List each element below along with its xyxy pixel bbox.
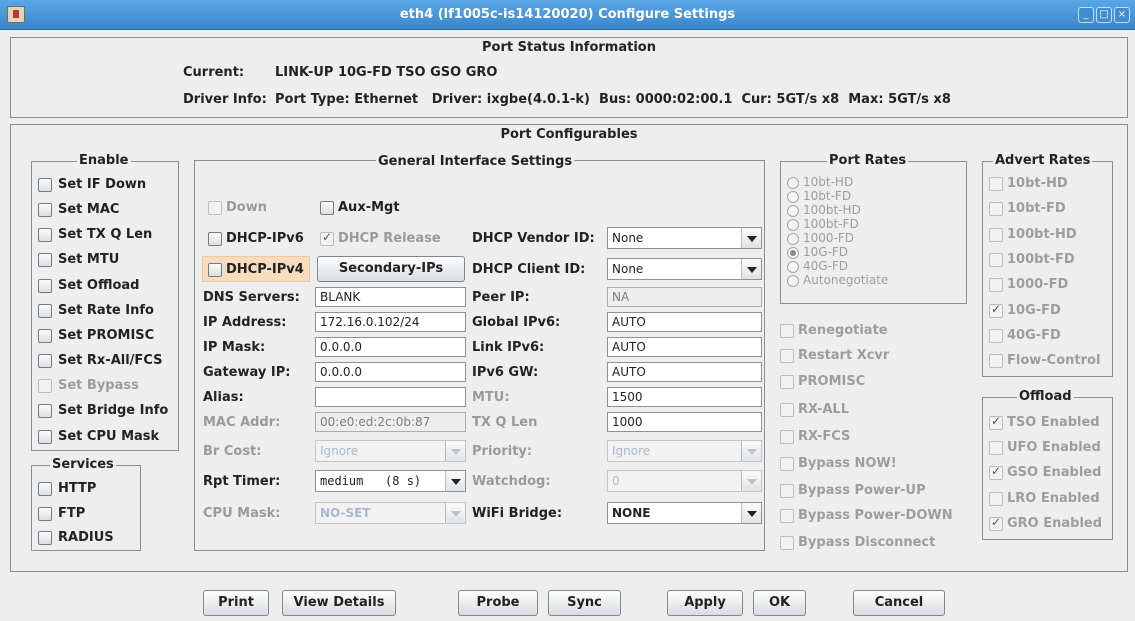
- mtu-field[interactable]: 1500: [607, 387, 762, 407]
- configure-settings-window: eth4 (lf1005c-is14120020) Configure Sett…: [0, 0, 1135, 621]
- dhcp-client-id-label: DHCP Client ID:: [472, 262, 586, 277]
- minimize-icon[interactable]: _: [1078, 7, 1094, 23]
- current-value: LINK-UP 10G-FD TSO GSO GRO: [275, 65, 498, 80]
- probe-button[interactable]: Probe: [458, 590, 538, 616]
- chevron-down-icon: [445, 441, 465, 461]
- ip-mask-label: IP Mask:: [203, 340, 266, 355]
- chevron-down-icon: [741, 441, 761, 461]
- mac-addr-field: 00:e0:ed:2c:0b:87: [315, 412, 466, 432]
- wifi-bridge-select[interactable]: NONE: [607, 502, 762, 524]
- offload-title: Offload: [1017, 389, 1074, 404]
- close-icon[interactable]: ×: [1114, 7, 1130, 23]
- mac-addr-label: MAC Addr:: [203, 415, 281, 430]
- gateway-ip-label: Gateway IP:: [203, 365, 291, 380]
- dhcp-release-label: DHCP Release: [338, 231, 441, 246]
- priority-label: Priority:: [472, 444, 533, 459]
- driver-label: Driver Info:: [183, 92, 267, 107]
- maximize-icon[interactable]: □: [1096, 7, 1112, 23]
- advert-rates-title: Advert Rates: [993, 153, 1093, 168]
- dhcp-release-checkbox: [320, 230, 334, 246]
- link-ipv6-label: Link IPv6:: [472, 340, 545, 355]
- mtu-label: MTU:: [472, 390, 510, 405]
- aux-mgt-label: Aux-Mgt: [338, 200, 400, 215]
- dhcp-client-id-select[interactable]: None: [607, 258, 762, 280]
- gateway-ip-field[interactable]: 0.0.0.0: [315, 362, 466, 382]
- chevron-down-icon: [445, 503, 465, 523]
- dns-servers-label: DNS Servers:: [203, 290, 300, 305]
- enable-group: Enable Set IF Down Set MAC Set TX Q Len …: [31, 153, 179, 451]
- driver-value: Port Type: Ethernet Driver: ixgbe(4.0.1-…: [275, 92, 951, 107]
- alias-label: Alias:: [203, 390, 244, 405]
- port-status-panel: Port Status Information Current: LINK-UP…: [10, 37, 1128, 118]
- port-rates-group: Port Rates 10bt-HD 10bt-FD 100bt-HD 100b…: [780, 153, 967, 304]
- rpt-timer-label: Rpt Timer:: [203, 474, 281, 489]
- ipv6-gw-field[interactable]: AUTO: [607, 362, 762, 382]
- window-title: eth4 (lf1005c-is14120020) Configure Sett…: [399, 7, 736, 22]
- secondary-ips-button[interactable]: Secondary-IPs: [317, 256, 465, 282]
- dhcp-ipv6-label: DHCP-IPv6: [226, 231, 304, 246]
- down-label: Down: [226, 200, 267, 215]
- sync-button[interactable]: Sync: [548, 590, 621, 616]
- tx-q-len-label: TX Q Len: [472, 415, 538, 430]
- dhcp-vendor-id-label: DHCP Vendor ID:: [472, 231, 595, 246]
- cpu-mask-label: CPU Mask:: [203, 506, 281, 521]
- priority-select: Ignore: [607, 440, 762, 462]
- aux-mgt-checkbox[interactable]: [320, 201, 334, 215]
- apply-button[interactable]: Apply: [667, 590, 743, 616]
- offload-group: Offload TSO Enabled UFO Enabled GSO Enab…: [982, 389, 1113, 540]
- services-group: Services HTTP FTP RADIUS: [31, 457, 141, 551]
- rpt-timer-select[interactable]: medium (8 s): [315, 470, 466, 492]
- dhcp-ipv6-checkbox[interactable]: [208, 232, 222, 246]
- services-title: Services: [50, 457, 116, 472]
- tx-q-len-field[interactable]: 1000: [607, 412, 762, 432]
- br-cost-label: Br Cost:: [203, 444, 262, 459]
- down-checkbox: [208, 201, 222, 215]
- ok-button[interactable]: OK: [753, 590, 806, 616]
- watchdog-label: Watchdog:: [472, 474, 551, 489]
- enable-title: Enable: [77, 153, 131, 168]
- cpu-mask-select: NO-SET: [315, 502, 466, 524]
- view-details-button[interactable]: View Details: [282, 590, 396, 616]
- general-settings-title: General Interface Settings: [376, 154, 575, 169]
- ipv6-gw-label: IPv6 GW:: [472, 365, 539, 380]
- ip-mask-field[interactable]: 0.0.0.0: [315, 337, 466, 357]
- link-ipv6-field[interactable]: AUTO: [607, 337, 762, 357]
- peer-ip-field: NA: [607, 287, 762, 307]
- ip-address-field[interactable]: 172.16.0.102/24: [315, 312, 466, 332]
- chevron-down-icon: [741, 228, 761, 248]
- global-ipv6-field[interactable]: AUTO: [607, 312, 762, 332]
- chevron-down-icon: [741, 471, 761, 491]
- wifi-bridge-label: WiFi Bridge:: [472, 506, 563, 521]
- peer-ip-label: Peer IP:: [472, 290, 530, 305]
- chevron-down-icon: [445, 471, 465, 491]
- port-status-title: Port Status Information: [482, 40, 656, 55]
- current-label: Current:: [183, 65, 245, 80]
- port-rates-title: Port Rates: [827, 153, 909, 168]
- port-configurables-title: Port Configurables: [500, 127, 638, 142]
- dhcp-vendor-id-select[interactable]: None: [607, 227, 762, 249]
- print-button[interactable]: Print: [203, 590, 269, 616]
- watchdog-select: 0: [607, 470, 762, 492]
- chevron-down-icon: [741, 503, 761, 523]
- advert-rates-group: Advert Rates 10bt-HD 10bt-FD 100bt-HD 10…: [982, 153, 1113, 377]
- global-ipv6-label: Global IPv6:: [472, 315, 561, 330]
- dhcp-ipv4-label: DHCP-IPv4: [226, 262, 304, 277]
- br-cost-select: Ignore: [315, 440, 466, 462]
- chevron-down-icon: [741, 259, 761, 279]
- dns-servers-field[interactable]: BLANK: [315, 287, 466, 307]
- title-bar: eth4 (lf1005c-is14120020) Configure Sett…: [0, 0, 1135, 30]
- alias-field[interactable]: [315, 387, 466, 407]
- cancel-button[interactable]: Cancel: [853, 590, 945, 616]
- ip-address-label: IP Address:: [203, 315, 287, 330]
- dhcp-ipv4-checkbox[interactable]: [208, 263, 222, 277]
